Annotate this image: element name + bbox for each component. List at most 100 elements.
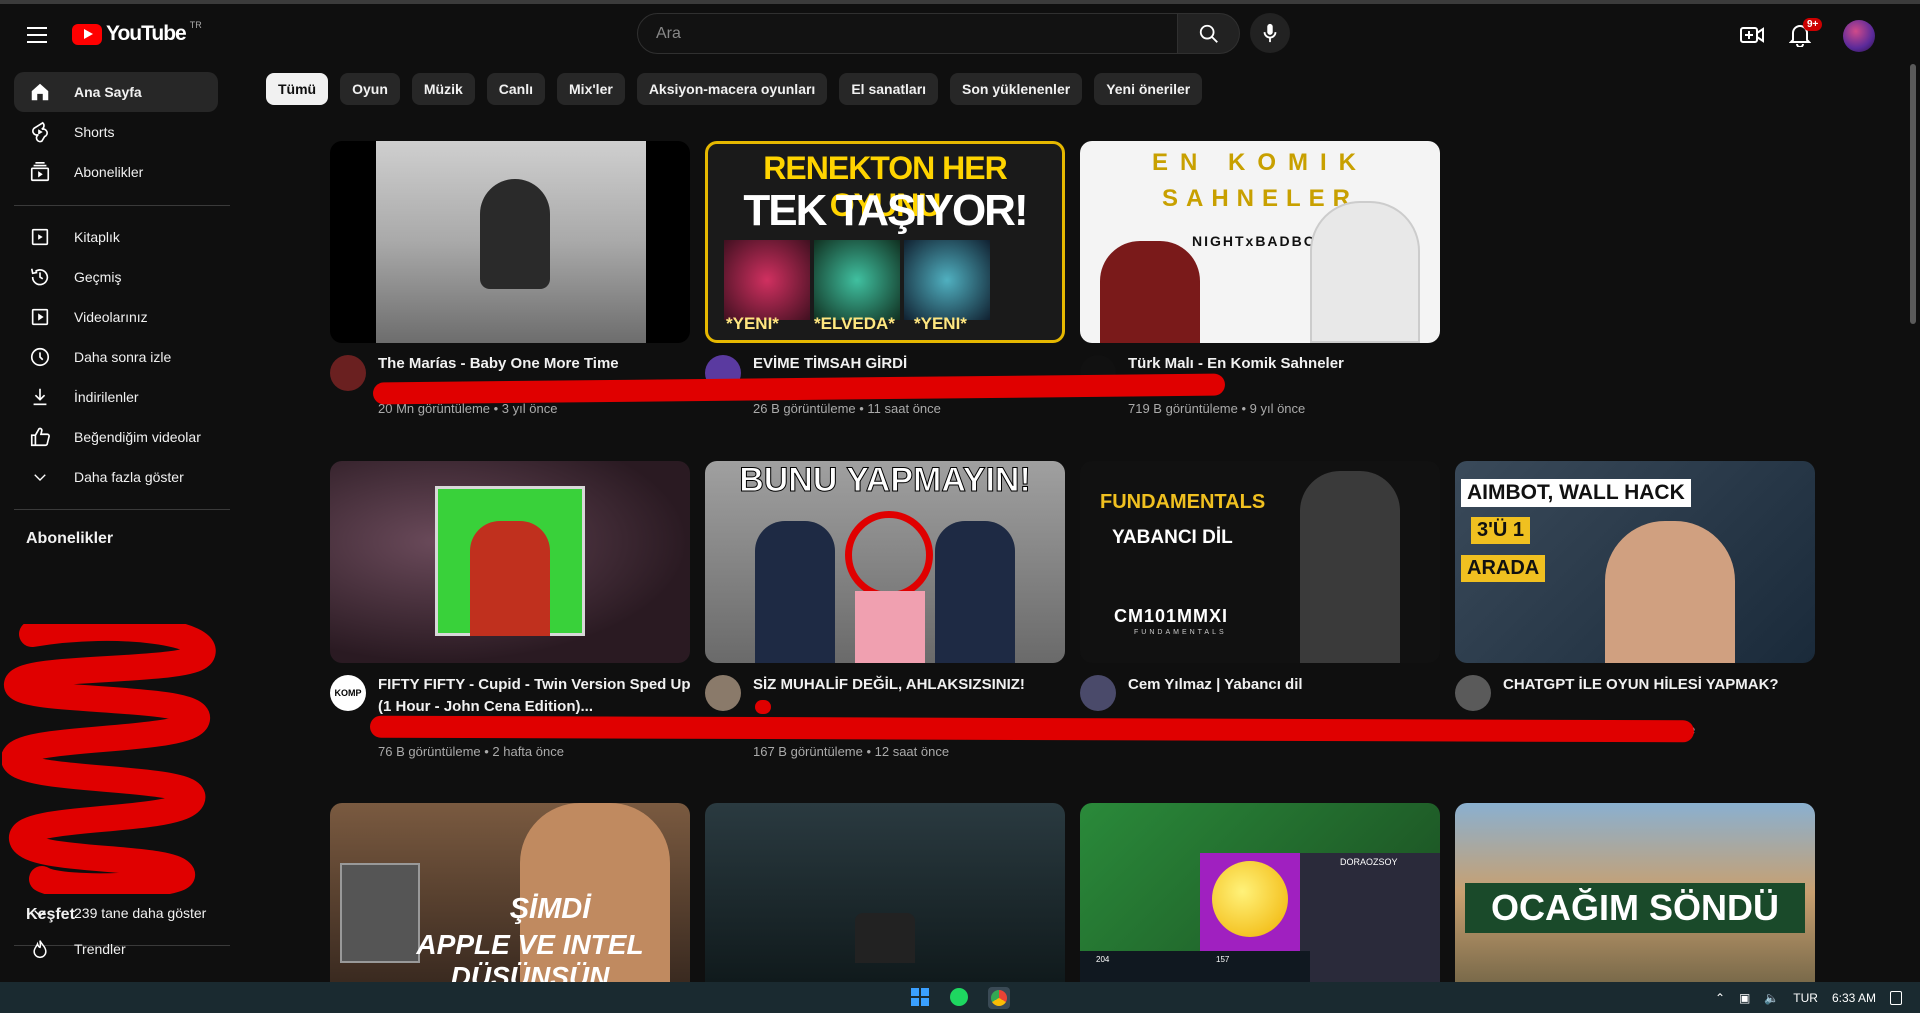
video-title[interactable]: CHATGPT İLE OYUN HİLESİ YAPMAK?	[1503, 674, 1823, 696]
library-icon	[28, 225, 52, 249]
game-hud	[1080, 951, 1310, 982]
channel-avatar[interactable]	[705, 675, 741, 711]
item-icon	[724, 240, 810, 320]
sidebar-item-your-videos[interactable]: Videolarınız	[14, 297, 218, 337]
sidebar-show-more[interactable]: Daha fazla göster	[14, 457, 218, 497]
windows-start-icon[interactable]	[911, 988, 929, 1006]
channel-avatar[interactable]	[330, 355, 366, 391]
channel-avatar[interactable]: KOMP	[330, 675, 366, 711]
sidebar-item-label: Beğendiğim videolar	[74, 429, 201, 445]
shorts-icon	[28, 120, 52, 144]
thumbnail-text: ARADA	[1461, 555, 1546, 582]
guide-sidebar: Ana Sayfa Shorts Abonelikler Kitaplık Ge…	[2, 64, 242, 982]
subscriptions-icon	[28, 160, 52, 184]
video-title[interactable]: Cem Yılmaz | Yabancı dil	[1128, 674, 1448, 696]
sidebar-item-label: Daha fazla göster	[74, 469, 184, 485]
sidebar-item-label: Videolarınız	[74, 309, 148, 325]
video-thumbnail[interactable]: AIMBOT, WALL HACK 3'Ü 1 ARADA	[1455, 461, 1815, 663]
youtube-logo[interactable]: YouTube TR	[72, 20, 202, 46]
item-icon	[814, 240, 900, 320]
like-icon	[28, 425, 52, 449]
video-title[interactable]: EVİME TİMSAH GİRDİ	[753, 353, 1073, 375]
video-thumbnail[interactable]: EN KOMIK SAHNELER NIGHTxBADBOY	[1080, 141, 1440, 343]
spotify-icon[interactable]	[950, 988, 968, 1006]
sidebar-item-subscriptions[interactable]: Abonelikler	[14, 152, 218, 192]
sidebar-item-label: Trendler	[74, 941, 126, 957]
filter-chips-bar: Tümü Oyun Müzik Canlı Mix'ler Aksiyon-ma…	[266, 73, 1203, 105]
video-title[interactable]: SİZ MUHALİF DEĞİL, AHLAKSIZSINIZ!	[753, 674, 1073, 696]
video-title[interactable]: Türk Malı - En Komik Sahneler	[1128, 353, 1448, 375]
search-input[interactable]	[656, 24, 1177, 43]
input-language[interactable]: TUR	[1793, 991, 1818, 1005]
page-scrollbar[interactable]	[1910, 64, 1916, 324]
create-video-icon	[1740, 27, 1764, 43]
windows-taskbar: ⌃ ▣ 🔈 TUR 6:33 AM	[0, 982, 1920, 1013]
sidebar-item-library[interactable]: Kitaplık	[14, 217, 218, 257]
account-avatar[interactable]	[1843, 20, 1875, 52]
thumbnail-text: *YENI*	[726, 314, 779, 333]
chip-new-to-you[interactable]: Yeni öneriler	[1094, 73, 1203, 105]
thumbnail-figure	[480, 179, 550, 289]
video-title[interactable]: FIFTY FIFTY - Cupid - Twin Version Sped …	[378, 674, 698, 718]
thumbnail-figure	[470, 521, 550, 636]
video-thumbnail[interactable]: ŞİMDİ APPLE VE INTEL DÜŞÜNSÜN	[330, 803, 690, 982]
video-thumbnail[interactable]: FUNDAMENTALS YABANCI DİL CM101MMXI FUNDA…	[1080, 461, 1440, 663]
thumbnail-text: 3'Ü 1	[1471, 517, 1531, 544]
create-button[interactable]	[1739, 22, 1765, 48]
chip-all[interactable]: Tümü	[266, 73, 329, 105]
sidebar-item-trending[interactable]: Trendler	[14, 929, 218, 969]
sidebar-item-watch-later[interactable]: Daha sonra izle	[14, 337, 218, 377]
channel-avatar[interactable]	[1080, 675, 1116, 711]
notification-center-icon[interactable]	[1890, 990, 1902, 1005]
red-scribble-redaction	[2, 624, 216, 894]
channel-avatar[interactable]	[1455, 675, 1491, 711]
chip-recently-uploaded[interactable]: Son yüklenenler	[950, 73, 1083, 105]
sidebar-item-liked-videos[interactable]: Beğendiğim videolar	[14, 417, 218, 457]
chip-gaming[interactable]: Oyun	[340, 73, 400, 105]
chip-live[interactable]: Canlı	[486, 73, 546, 105]
video-thumbnail[interactable]: DORAOZSOY 204 157	[1080, 803, 1440, 982]
thumbnail-text: CM101MMXI	[1114, 606, 1229, 626]
sidebar-item-label: Kitaplık	[74, 229, 120, 245]
video-metadata: 76 B görüntüleme • 2 hafta önce	[378, 744, 564, 759]
thumbnail-figure	[1100, 241, 1200, 343]
thumbnail-figure	[1310, 201, 1420, 343]
video-title[interactable]: The Marías - Baby One More Time	[378, 353, 698, 375]
sidebar-item-home[interactable]: Ana Sayfa	[14, 72, 218, 112]
trending-fire-icon	[28, 937, 52, 961]
chip-action-adventure[interactable]: Aksiyon-macera oyunları	[636, 73, 828, 105]
red-redaction-stroke	[369, 715, 1695, 743]
video-thumbnail[interactable]: BUNU YAPMAYIN!	[705, 461, 1065, 663]
chevron-up-icon[interactable]: ⌃	[1715, 991, 1725, 1005]
microphone-icon	[1263, 23, 1277, 43]
video-thumbnail[interactable]	[330, 141, 690, 343]
sidebar-item-history[interactable]: Geçmiş	[14, 257, 218, 297]
sidebar-item-shorts[interactable]: Shorts	[14, 112, 218, 152]
search-button[interactable]	[1178, 13, 1240, 54]
voice-search-button[interactable]	[1250, 13, 1290, 53]
video-thumbnail[interactable]: RENEKTON HER OYUNU TEK TAŞIYOR! *YENI* *…	[705, 141, 1065, 343]
explore-heading: Keşfet	[26, 906, 75, 923]
logo-text: YouTube	[106, 22, 187, 45]
video-thumbnail[interactable]: OCAĞIM SÖNDÜ	[1455, 803, 1815, 982]
search-icon	[1199, 24, 1218, 43]
network-icon[interactable]: ▣	[1739, 991, 1750, 1005]
menu-icon[interactable]	[22, 20, 52, 50]
video-metadata: 26 B görüntüleme • 11 saat önce	[753, 401, 941, 416]
webcam-overlay	[1300, 853, 1440, 982]
history-icon	[28, 265, 52, 289]
chip-crafts[interactable]: El sanatları	[839, 73, 939, 105]
sidebar-item-downloads[interactable]: İndirilenler	[14, 377, 218, 417]
chevron-down-icon	[28, 465, 52, 489]
video-thumbnail[interactable]	[705, 803, 1065, 982]
watch-later-icon	[28, 345, 52, 369]
winking-emoji-icon	[1212, 861, 1288, 937]
video-thumbnail[interactable]	[330, 461, 690, 663]
chrome-taskbar-button[interactable]	[988, 987, 1010, 1009]
volume-icon[interactable]: 🔈	[1764, 991, 1779, 1005]
thumbnail-text: YABANCI DİL	[1112, 527, 1233, 548]
chip-music[interactable]: Müzik	[411, 73, 475, 105]
clock[interactable]: 6:33 AM	[1832, 991, 1876, 1005]
chip-mixes[interactable]: Mix'ler	[557, 73, 625, 105]
thumbnail-figure	[755, 521, 835, 663]
